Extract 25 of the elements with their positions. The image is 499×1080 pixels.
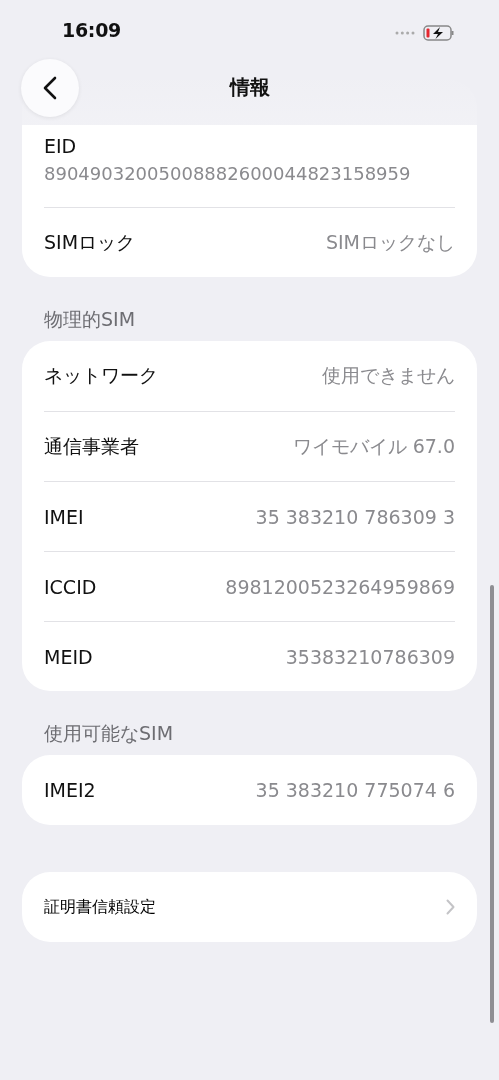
row-value: 8981200523264959869 (225, 575, 455, 598)
row-label: SIMロック (44, 229, 136, 255)
row-value: 35 383210 775074 6 (255, 779, 455, 801)
row-label: EID (44, 135, 77, 157)
battery-charging-icon (423, 25, 455, 41)
row-label: ICCID (44, 575, 97, 598)
row-label: MEID (44, 645, 93, 668)
row-label: ネットワーク (44, 363, 158, 388)
row-value: 89049032005008882600044823158959 (44, 163, 411, 184)
back-icon (43, 76, 57, 100)
section-header: 使用可能なSIM (44, 721, 174, 746)
page-title: 情報 (229, 74, 270, 101)
row-value: 35 383210 786309 3 (255, 505, 455, 528)
row-label: IMEI (44, 505, 84, 528)
settings-link[interactable]: 証明書信頼設定 (44, 872, 455, 942)
status-time: 16:09 (62, 19, 121, 41)
row-label: 通信事業者 (44, 433, 139, 459)
row-value: ワイモバイル 67.0 (292, 433, 455, 459)
row-label: IMEI2 (44, 779, 96, 801)
row-value: SIMロックなし (325, 229, 455, 255)
chevron-right-icon (446, 899, 455, 915)
section-header: 物理的SIM (44, 307, 136, 332)
back-button[interactable] (21, 59, 79, 117)
row-value: 使用できません (322, 363, 455, 388)
row-value: 35383210786309 (285, 645, 455, 668)
